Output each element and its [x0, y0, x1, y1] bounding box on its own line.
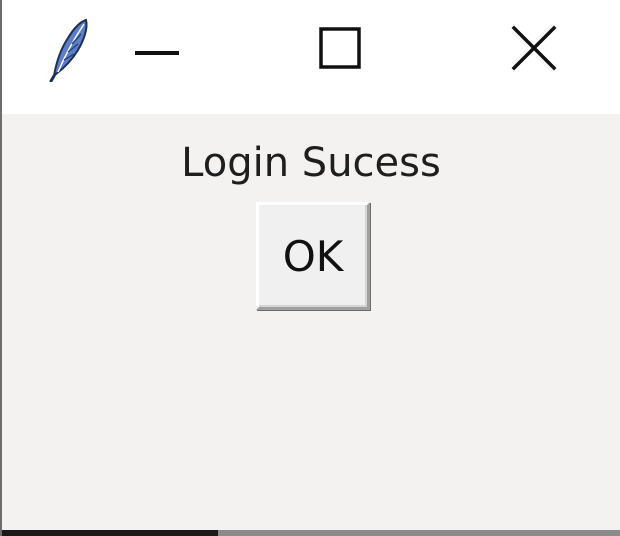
dialog-window: Login Sucess OK: [0, 0, 620, 536]
maximize-icon: [319, 27, 361, 73]
maximize-button[interactable]: [292, 0, 388, 100]
close-button[interactable]: [486, 0, 582, 100]
login-status-message: Login Sucess: [181, 140, 441, 186]
minimize-button[interactable]: [112, 0, 202, 100]
close-icon: [511, 25, 557, 75]
ok-button[interactable]: OK: [256, 202, 370, 310]
window-bottom-shadow: [2, 530, 218, 536]
feather-icon: [46, 14, 94, 83]
dialog-body: Login Sucess OK: [2, 114, 620, 536]
minimize-icon: [135, 41, 179, 60]
title-bar[interactable]: [2, 0, 620, 114]
